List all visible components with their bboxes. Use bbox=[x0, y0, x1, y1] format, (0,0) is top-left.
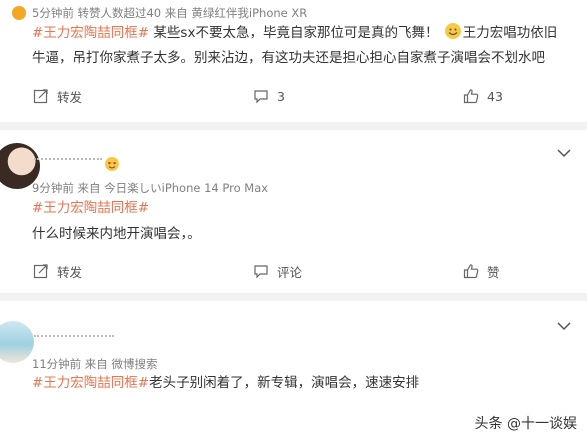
comment-count: 3 bbox=[277, 88, 285, 104]
card-separator bbox=[0, 122, 587, 130]
post-meta: 11分钟前 来自 微博搜索 bbox=[32, 357, 158, 371]
topic-hashtag[interactable]: #王力宏陶喆同框# bbox=[32, 200, 149, 216]
repost-icon bbox=[33, 89, 48, 104]
chevron-down-icon[interactable] bbox=[556, 148, 572, 158]
post-text-line-1: #王力宏陶喆同框#老头子别闲着了，新专辑，演唱会，速速安排 bbox=[32, 371, 419, 396]
vip-badge-icon bbox=[12, 6, 26, 20]
repost-label: 转发 bbox=[57, 89, 83, 105]
comment-button[interactable]: 3 bbox=[253, 84, 285, 108]
repost-label: 转发 bbox=[57, 264, 83, 280]
post-meta: 5分钟前 转赞人数超过40 来自 黄绿红伴我iPhone XR bbox=[32, 6, 308, 20]
action-bar: 转发 评论 赞 bbox=[0, 259, 587, 283]
watermark: 头条 @十一谈娱 bbox=[474, 416, 577, 432]
heart-eyes-emoji-icon bbox=[105, 157, 119, 171]
post-text: 某些sx不要太急，毕竟自家那位可是真的飞舞！ bbox=[149, 25, 439, 41]
like-label: 赞 bbox=[487, 264, 500, 280]
topic-hashtag[interactable]: #王力宏陶喆同框# bbox=[32, 375, 149, 391]
like-icon bbox=[463, 89, 479, 104]
like-button[interactable]: 赞 bbox=[463, 259, 500, 283]
comment-button[interactable]: 评论 bbox=[253, 259, 302, 283]
repost-button[interactable]: 转发 bbox=[33, 259, 82, 283]
grin-emoji-icon bbox=[444, 23, 461, 39]
comment-label: 评论 bbox=[277, 264, 303, 280]
post-text-line-2: 什么时候来内地开演唱会，。 bbox=[32, 226, 201, 242]
post-text-line-1: #王力宏陶喆同框# bbox=[32, 196, 149, 221]
post-text-line-2: 牛逼，吊打你家煮子太多。别来沾边，有这功夫还是担心担心自家煮子演唱会不划水吧 bbox=[32, 50, 545, 66]
like-button[interactable]: 43 bbox=[463, 84, 503, 108]
chevron-down-icon[interactable] bbox=[556, 321, 572, 331]
comment-icon bbox=[254, 90, 268, 104]
repost-icon bbox=[33, 264, 48, 279]
card-separator bbox=[0, 293, 587, 301]
post-meta: 9分钟前 来自 今日楽しいiPhone 14 Pro Max bbox=[32, 181, 269, 195]
avatar[interactable] bbox=[0, 321, 34, 363]
like-count: 43 bbox=[487, 88, 503, 104]
topic-hashtag[interactable]: #王力宏陶喆同框# bbox=[32, 25, 149, 41]
post-text-tail: 王力宏唱功依旧 bbox=[462, 25, 558, 41]
post-text: 老头子别闲着了，新专辑，演唱会，速速安排 bbox=[149, 375, 420, 391]
username[interactable] bbox=[34, 325, 114, 341]
post-text-line-1: #王力宏陶喆同框# 某些sx不要太急，毕竟自家那位可是真的飞舞！ 王力宏唱功依旧 bbox=[32, 21, 557, 46]
like-icon bbox=[463, 264, 479, 279]
comment-card-1: 5分钟前 转赞人数超过40 来自 黄绿红伴我iPhone XR #王力宏陶喆同框… bbox=[0, 0, 587, 122]
comment-icon bbox=[254, 265, 268, 279]
comment-card-2: 9分钟前 来自 今日楽しいiPhone 14 Pro Max #王力宏陶喆同框#… bbox=[0, 130, 587, 293]
username[interactable] bbox=[34, 148, 102, 164]
action-bar: 转发 3 43 bbox=[0, 84, 587, 108]
repost-button[interactable]: 转发 bbox=[33, 84, 82, 108]
